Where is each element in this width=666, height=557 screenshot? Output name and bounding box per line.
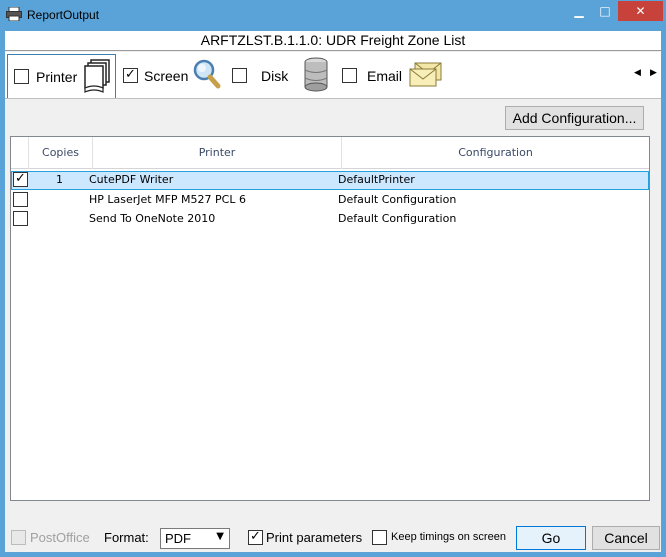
checkbox-column-header xyxy=(11,137,29,169)
keep-timings-checkbox[interactable] xyxy=(372,530,387,545)
minimize-icon: ▁ xyxy=(574,4,584,18)
row-checkbox[interactable]: ✓ xyxy=(13,171,28,187)
configuration-cell: Default Configuration xyxy=(338,212,457,225)
tab-disk-label: Disk xyxy=(261,68,289,84)
maximize-icon: □ xyxy=(599,4,611,18)
minimize-button[interactable]: ▁ xyxy=(566,1,592,21)
report-output-window: ReportOutput ▁ □ ✕ ARFTZLST.B.1.1.0: UDR… xyxy=(0,0,666,557)
magnifier-icon xyxy=(193,59,221,89)
format-select[interactable]: PDF ▼ xyxy=(160,528,230,549)
configuration-cell: Default Configuration xyxy=(338,193,457,206)
printer-toolbar: Add Configuration... xyxy=(5,98,661,134)
column-header-printer[interactable]: Printer xyxy=(93,137,342,169)
configuration-cell: DefaultPrinter xyxy=(338,173,415,186)
client-area: ARFTZLST.B.1.1.0: UDR Freight Zone List … xyxy=(5,31,661,552)
add-configuration-button[interactable]: Add Configuration... xyxy=(505,106,644,130)
printer-icon xyxy=(6,7,22,21)
close-icon: ✕ xyxy=(635,4,646,18)
tab-printer-label: Printer xyxy=(36,69,78,85)
tab-email[interactable]: Email xyxy=(340,54,445,96)
tab-scroll-right-icon[interactable]: ▶ xyxy=(650,68,657,78)
print-parameters-checkbox[interactable]: ✓ xyxy=(248,529,263,545)
printer-cell: Send To OneNote 2010 xyxy=(89,212,216,225)
row-checkbox[interactable] xyxy=(13,211,28,226)
print-parameters-label: Print parameters xyxy=(266,530,363,545)
postoffice-label: PostOffice xyxy=(30,530,90,545)
printer-cell: CutePDF Writer xyxy=(89,173,174,186)
column-header-configuration[interactable]: Configuration xyxy=(342,137,649,169)
format-label: Format: xyxy=(104,530,149,545)
format-value: PDF xyxy=(165,531,191,546)
copies-cell: 1 xyxy=(56,173,63,186)
table-row[interactable]: ✓ 1 CutePDF Writer DefaultPrinter xyxy=(11,171,649,190)
output-type-tabs: Printer ✓ Screen Disk Email ◀ ▶ xyxy=(5,52,661,98)
printer-pages-icon xyxy=(84,59,110,93)
row-checkbox[interactable] xyxy=(13,192,28,207)
go-button[interactable]: Go xyxy=(516,526,586,550)
postoffice-checkbox[interactable] xyxy=(11,530,26,545)
tab-email-label: Email xyxy=(367,68,403,84)
close-button[interactable]: ✕ xyxy=(618,1,663,21)
chevron-down-icon: ▼ xyxy=(216,531,224,542)
tab-screen[interactable]: ✓ Screen xyxy=(121,54,226,96)
tab-screen-label: Screen xyxy=(144,68,189,84)
database-icon xyxy=(304,57,328,92)
table-row[interactable]: Send To OneNote 2010 Default Configurati… xyxy=(11,210,649,229)
column-header-copies[interactable]: Copies xyxy=(29,137,93,169)
email-checkbox[interactable] xyxy=(342,68,357,83)
envelope-icon xyxy=(409,62,442,87)
window-title: ReportOutput xyxy=(27,8,100,22)
tab-scroll-left-icon[interactable]: ◀ xyxy=(634,68,641,78)
grid-header: Copies Printer Configuration xyxy=(11,137,649,169)
cancel-button[interactable]: Cancel xyxy=(592,526,660,550)
tab-disk[interactable]: Disk xyxy=(230,54,335,96)
table-row[interactable]: HP LaserJet MFP M527 PCL 6 Default Confi… xyxy=(11,191,649,210)
printer-cell: HP LaserJet MFP M527 PCL 6 xyxy=(89,193,246,206)
maximize-button[interactable]: □ xyxy=(592,1,618,21)
disk-checkbox[interactable] xyxy=(232,68,247,83)
title-bar[interactable]: ReportOutput ▁ □ ✕ xyxy=(0,0,666,31)
printer-grid[interactable]: Copies Printer Configuration ✓ 1 CutePDF… xyxy=(10,136,650,501)
tab-printer[interactable]: Printer xyxy=(7,54,116,98)
keep-timings-label: Keep timings on screen xyxy=(391,531,506,543)
printer-checkbox[interactable] xyxy=(14,69,29,84)
screen-checkbox[interactable]: ✓ xyxy=(123,67,138,83)
footer-bar: PostOffice Format: PDF ▼ ✓ Print paramet… xyxy=(5,521,661,552)
report-title: ARFTZLST.B.1.1.0: UDR Freight Zone List xyxy=(5,31,661,51)
